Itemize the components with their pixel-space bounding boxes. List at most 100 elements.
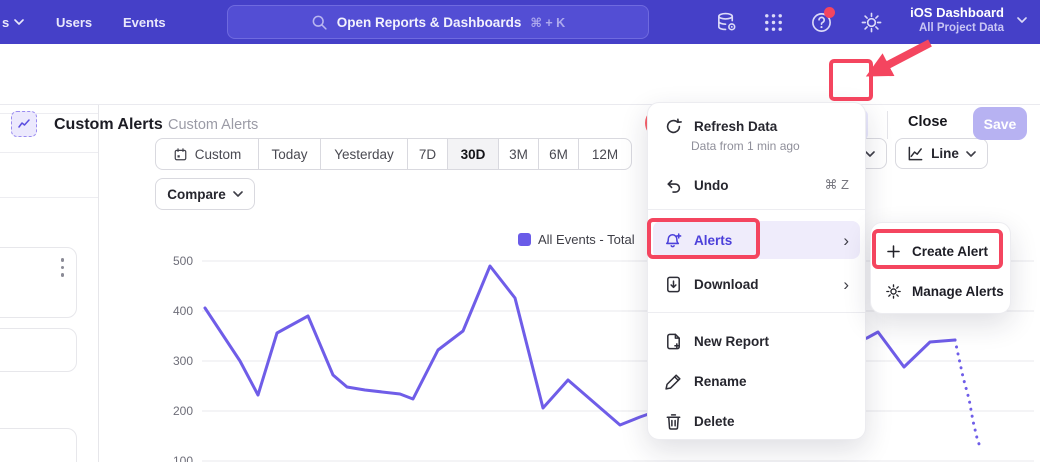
submenu-item-manage-alerts[interactable]: Manage Alerts [871,273,1010,309]
sidebar-card[interactable] [0,428,77,462]
chart-type-label: Line [931,146,959,161]
svg-text:400: 400 [173,304,193,318]
page-title: Custom Alerts [54,116,163,134]
menu-download-label: Download [694,277,759,292]
date-range-custom[interactable]: Custom [156,139,259,169]
new-report-icon [664,332,683,351]
date-range-label: 30D [461,147,486,162]
menu-undo-label: Undo [694,178,729,193]
nav-item-truncated-label: s [2,15,9,30]
menu-undo-shortcut: ⌘ Z [824,177,849,193]
left-sidebar [0,105,99,462]
chevron-down-icon [233,191,243,197]
svg-text:200: 200 [173,404,193,418]
date-range-3m[interactable]: 3M [499,139,539,169]
svg-text:500: 500 [173,254,193,268]
notification-dot [824,7,835,18]
gear-icon [885,283,902,300]
date-range-label: 7D [419,147,436,162]
svg-text:100: 100 [173,454,193,462]
svg-text:300: 300 [173,354,193,368]
legend-label: All Events - Total [538,232,635,247]
compare-label: Compare [167,187,226,202]
date-range-12m[interactable]: 12M [579,139,631,169]
settings-gear-icon[interactable] [858,9,884,35]
menu-delete-label: Delete [694,414,735,429]
header-divider [887,111,888,139]
date-range-6m[interactable]: 6M [539,139,579,169]
date-range-label: Today [271,147,307,162]
chevron-down-icon [966,151,976,157]
project-switcher[interactable]: iOS Dashboard All Project Data [910,5,1004,35]
menu-item-delete[interactable]: Delete [648,402,865,440]
pencil-icon [664,372,683,391]
data-management-icon[interactable] [713,9,739,35]
card-kebab-menu-icon[interactable] [61,258,65,277]
chart-type-button[interactable]: Line [895,138,988,169]
sidebar-card[interactable] [0,328,77,372]
chevron-down-icon [14,19,24,25]
menu-item-download[interactable]: Download › [648,265,865,303]
menu-item-undo[interactable]: Undo ⌘ Z [648,167,865,203]
more-options-menu: Refresh Data Data from 1 min ago Undo ⌘ … [647,102,866,440]
date-range-7d[interactable]: 7D [408,139,448,169]
date-range-label: Yesterday [334,147,394,162]
alerts-submenu: Create Alert Manage Alerts [870,222,1011,314]
date-range-label: 12M [592,147,618,162]
trash-icon [664,412,683,431]
alert-bell-plus-icon [664,231,683,250]
nav-users-label: Users [56,15,92,30]
project-name: iOS Dashboard [910,5,1004,21]
submenu-chevron-icon: › [843,276,849,293]
date-range-30d-selected[interactable]: 30D [448,139,499,169]
project-chevron-down-icon [1017,17,1027,23]
search-placeholder: Open Reports & Dashboards [337,15,522,30]
plus-icon [885,243,902,260]
date-range-today[interactable]: Today [259,139,321,169]
chart-legend[interactable]: All Events - Total [518,232,635,247]
app-window: 500 400 300 200 100 s Users Events Open Repo… [0,0,1040,462]
manage-alerts-label: Manage Alerts [912,284,1004,299]
global-search-input[interactable]: Open Reports & Dashboards ⌘ + K [227,5,649,39]
close-button[interactable]: Close [908,114,948,130]
sidebar-card[interactable] [0,247,77,318]
menu-alerts-label: Alerts [694,233,732,248]
line-chart-icon [907,145,924,162]
date-range-yesterday[interactable]: Yesterday [321,139,408,169]
report-type-icon [11,111,37,137]
calendar-icon [173,147,188,162]
save-button[interactable]: Save [973,107,1027,140]
download-icon [664,275,683,294]
submenu-item-create-alert[interactable]: Create Alert [871,233,1010,269]
menu-item-alerts[interactable]: Alerts › [648,222,865,258]
undo-icon [664,176,683,195]
apps-grid-icon[interactable] [760,9,786,35]
report-header: Custom Alerts Custom Alerts GV Duplicate… [0,44,1040,105]
breadcrumb: Custom Alerts [168,117,258,133]
project-scope: All Project Data [910,21,1004,35]
menu-refresh-label: Refresh Data [694,119,777,134]
nav-item-events[interactable]: Events [123,15,166,30]
nav-events-label: Events [123,15,166,30]
date-range-label: 3M [509,147,528,162]
legend-swatch [518,233,531,246]
date-range-label: 6M [549,147,568,162]
menu-refresh-subtitle: Data from 1 min ago [691,139,800,153]
help-icon[interactable] [808,9,834,35]
refresh-icon [664,117,683,136]
menu-rename-label: Rename [694,374,747,389]
search-icon [311,14,328,31]
submenu-chevron-icon: › [843,232,849,249]
nav-item-truncated[interactable]: s [2,15,24,30]
menu-new-report-label: New Report [694,334,769,349]
menu-item-new-report[interactable]: New Report [648,322,865,360]
menu-item-refresh-data[interactable]: Refresh Data [648,111,865,141]
top-navigation-bar: s Users Events Open Reports & Dashboards… [0,0,1040,44]
create-alert-label: Create Alert [912,244,988,259]
date-range-label: Custom [195,147,242,162]
search-shortcut: ⌘ + K [530,15,565,30]
chevron-down-icon [865,151,875,157]
nav-item-users[interactable]: Users [56,15,92,30]
menu-item-rename[interactable]: Rename [648,362,865,400]
compare-button[interactable]: Compare [155,178,255,210]
